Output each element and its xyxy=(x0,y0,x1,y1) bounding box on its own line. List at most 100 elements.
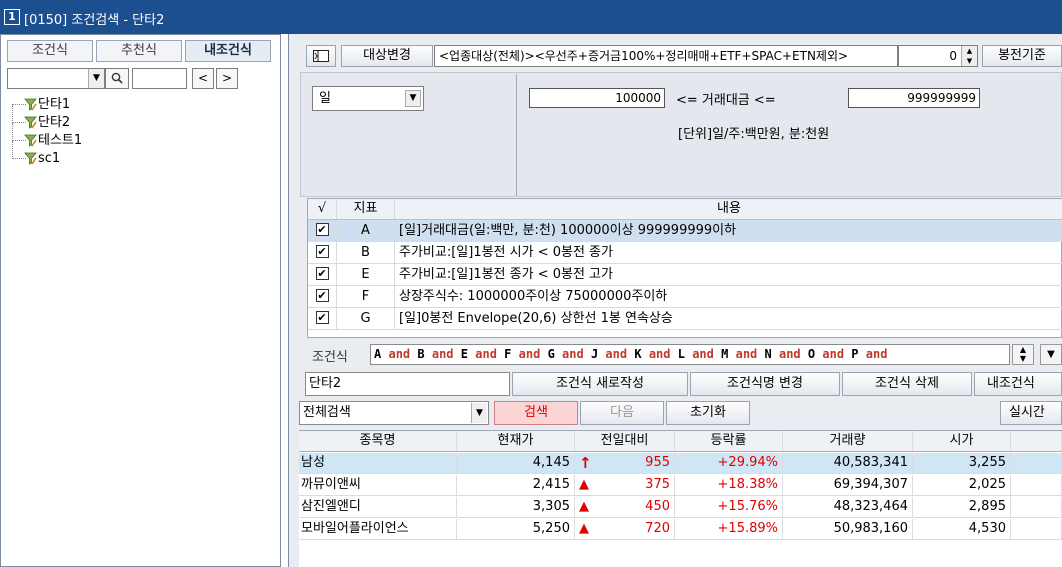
indicator-header-row: √ 지표 내용 xyxy=(308,199,1062,220)
divider xyxy=(516,74,517,196)
volume-cell: 48,323,464 xyxy=(783,497,913,517)
header-check: √ xyxy=(317,201,327,216)
magnifier-icon xyxy=(111,72,123,84)
tree-item-label: 단타1 xyxy=(38,97,71,112)
filter-funnel-icon xyxy=(24,134,37,147)
condition-name-input[interactable]: 단타2 xyxy=(305,372,510,396)
change-value: 375 xyxy=(645,477,670,492)
window-titlebar[interactable]: 1 [0150] 조건검색 - 단타2 xyxy=(0,0,1062,34)
row-checkbox[interactable]: ✔ xyxy=(315,245,329,258)
results-header-cell[interactable]: 현재가 xyxy=(457,431,575,451)
results-header-cell[interactable]: 시가 xyxy=(913,431,1011,451)
change-value: 955 xyxy=(645,455,670,470)
results-grid: 종목명 현재가 전일대비 등락률 거래량 시가 남성 4,145 ↑ 955 +29.94% 40,5… xyxy=(299,430,1062,567)
indicator-row[interactable]: ✔ A [일]거래대금(일:백만, 분:천) 100000이상 99999999… xyxy=(308,220,1062,242)
prev-button[interactable]: < xyxy=(192,68,214,89)
spin-arrows-icon[interactable]: ▲ ▼ xyxy=(961,46,977,66)
bong-stepper[interactable]: 0 ▲ ▼ xyxy=(898,45,978,67)
results-row[interactable]: 모바일어플라이언스 5,250 ▲ 720 +15.89% 50,983,160 4,530 xyxy=(299,519,1062,540)
expression-term: K xyxy=(634,347,642,361)
indicator-content: 주가비교:[일]1봉전 종가 < 0봉전 고가 xyxy=(394,264,613,285)
new-condition-button[interactable]: 조건식 새로작성 xyxy=(512,372,688,396)
target-description-field[interactable]: <업종대상(전체)><우선주+증거금100%+정리매매+ETF+SPAC+ETN… xyxy=(434,45,898,67)
search-scope-select[interactable]: 전체검색 ▼ xyxy=(299,401,489,425)
search-scope-value: 전체검색 xyxy=(303,405,351,420)
expression-spin-icon[interactable]: ▲ ▼ xyxy=(1012,344,1034,365)
results-header-cell[interactable]: 전일대비 xyxy=(575,431,675,451)
expression-operator: and xyxy=(822,347,845,361)
tree-item[interactable]: 테스트1 xyxy=(8,123,268,150)
period-select[interactable]: 일 ▼ xyxy=(312,86,424,111)
filter-funnel-icon xyxy=(24,98,37,111)
min-value-input[interactable]: 100000 xyxy=(529,88,665,108)
search-button[interactable] xyxy=(105,68,129,89)
price-cell: 3,305 xyxy=(457,497,575,517)
rename-condition-button[interactable]: 조건식명 변경 xyxy=(690,372,840,396)
price-cell: 5,250 xyxy=(457,519,575,539)
tree-item[interactable]: 단타1 xyxy=(8,96,268,114)
open-cell: 3,255 xyxy=(913,453,1011,473)
expression-field[interactable]: A and B and E and F and G and J and K an… xyxy=(370,344,1010,365)
change-cell: ▲ 375 xyxy=(575,475,675,495)
results-header-cell[interactable]: 등락률 xyxy=(675,431,783,451)
expression-operator: and xyxy=(431,347,454,361)
next-button[interactable]: 다음 xyxy=(580,401,664,425)
expression-term: E xyxy=(460,347,469,361)
expression-operator: and xyxy=(605,347,628,361)
row-checkbox[interactable]: ✔ xyxy=(315,311,329,324)
results-row[interactable]: 까뮤이앤씨 2,415 ▲ 375 +18.38% 69,394,307 2,025 xyxy=(299,475,1062,496)
results-header-cell[interactable]: 거래량 xyxy=(783,431,913,451)
change-cell: ▲ 720 xyxy=(575,519,675,539)
tree-item[interactable]: sc1 xyxy=(8,141,268,168)
row-checkbox[interactable]: ✔ xyxy=(315,289,329,302)
condition-tree: 단타1 단타2 테스트1 sc1 xyxy=(8,96,268,168)
triangle-up-icon: ▲ xyxy=(579,477,589,492)
results-row[interactable]: 남성 4,145 ↑ 955 +29.94% 40,583,341 3,255 xyxy=(299,453,1062,474)
results-header-row: 종목명 현재가 전일대비 등락률 거래량 시가 xyxy=(299,431,1062,452)
filter-input[interactable] xyxy=(132,68,187,89)
chevron-down-icon[interactable]: ▼ xyxy=(471,403,487,423)
unit-note: [단위]일/주:백만원, 분:천원 xyxy=(678,127,830,142)
category-select[interactable]: ▼ xyxy=(7,68,105,89)
results-header-cell[interactable]: 종목명 xyxy=(299,431,457,451)
indicator-row[interactable]: ✔ E 주가비교:[일]1봉전 종가 < 0봉전 고가 xyxy=(308,264,1062,286)
bong-basis-button[interactable]: 봉전기준 xyxy=(982,45,1062,67)
expression-operator: and xyxy=(865,347,888,361)
search-button[interactable]: 검색 xyxy=(494,401,578,425)
my-conditions-button[interactable]: 내조건식 xyxy=(974,372,1062,396)
tab-recommended[interactable]: 추천식 xyxy=(96,40,182,62)
indicator-row[interactable]: ✔ G [일]0봉전 Envelope(20,6) 상한선 1봉 연속상승 xyxy=(308,308,1062,330)
tree-item[interactable]: 단타2 xyxy=(8,105,268,132)
max-value-input[interactable]: 999999999 xyxy=(848,88,980,108)
next-button[interactable]: > xyxy=(216,68,238,89)
indicator-id: B xyxy=(336,242,394,263)
expression-term: J xyxy=(590,347,599,361)
expression-operator: and xyxy=(648,347,671,361)
tree-item-label: 단타2 xyxy=(38,115,71,130)
change-value: 450 xyxy=(645,499,670,514)
arrow-up-limit-icon: ↑ xyxy=(579,454,592,472)
empty-cell xyxy=(1011,497,1062,517)
expression-dropdown-icon[interactable]: ▼ xyxy=(1040,344,1062,365)
indicator-row[interactable]: ✔ F 상장주식수: 1000000주이상 75000000주이하 xyxy=(308,286,1062,308)
realtime-button[interactable]: 실시간 xyxy=(1000,401,1062,425)
target-change-button[interactable]: 대상변경 xyxy=(341,45,433,67)
expression-label: 조건식 xyxy=(312,350,348,365)
volume-cell: 69,394,307 xyxy=(783,475,913,495)
header-content: 내용 xyxy=(394,199,1062,219)
indicator-row[interactable]: ✔ B 주가비교:[일]1봉전 시가 < 0봉전 종가 xyxy=(308,242,1062,264)
chevron-down-icon[interactable]: ▼ xyxy=(88,69,104,88)
results-row[interactable]: 삼진엘앤디 3,305 ▲ 450 +15.76% 48,323,464 2,895 xyxy=(299,497,1062,518)
tab-my-conditions[interactable]: 내조건식 xyxy=(185,40,271,62)
row-checkbox[interactable]: ✔ xyxy=(315,223,329,236)
row-checkbox[interactable]: ✔ xyxy=(315,267,329,280)
results-header-cell[interactable] xyxy=(1011,431,1062,451)
expression-operator: and xyxy=(778,347,801,361)
chevron-down-icon[interactable]: ▼ xyxy=(405,90,421,107)
tab-conditions[interactable]: 조건식 xyxy=(7,40,93,62)
panel-toggle-button[interactable] xyxy=(306,45,336,67)
delete-condition-button[interactable]: 조건식 삭제 xyxy=(842,372,972,396)
reset-button[interactable]: 초기화 xyxy=(666,401,750,425)
window-title: [0150] 조건검색 - 단타2 xyxy=(24,13,165,28)
tree-item-label: 테스트1 xyxy=(38,133,83,148)
